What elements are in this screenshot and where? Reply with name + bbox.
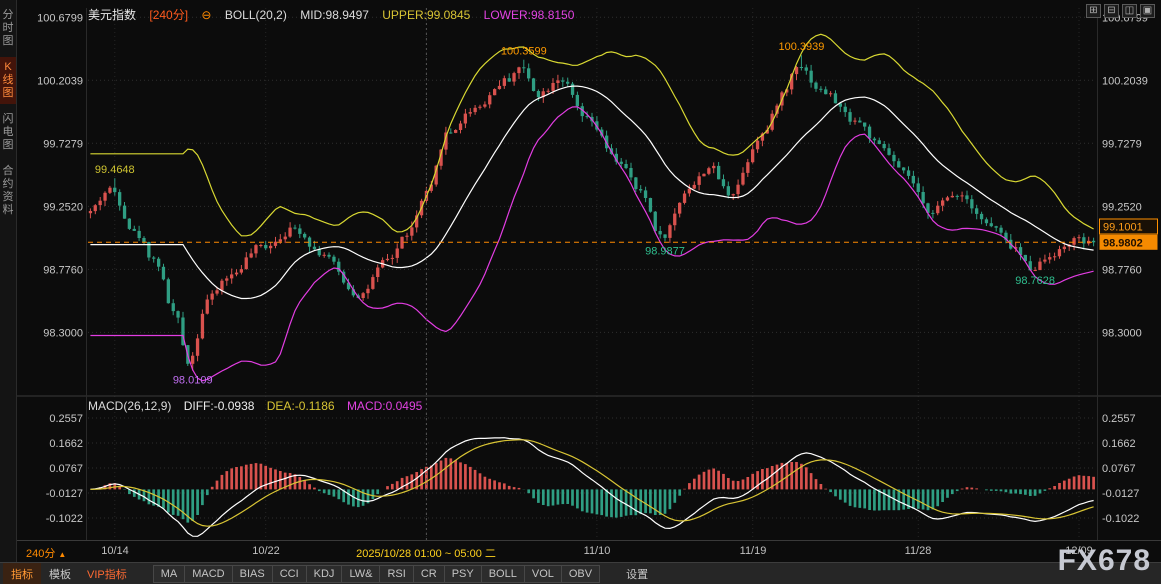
boll-upper-value: UPPER:99.0845 (382, 8, 470, 22)
price-axis-label-right: 99.2520 (1102, 201, 1142, 213)
boll-mid-value: MID:98.9497 (300, 8, 369, 22)
sidebar-item-kline-chart[interactable]: K线图 (0, 57, 16, 104)
last-price-label: 98.9802 (1103, 237, 1143, 249)
chart-header: 美元指数 [240分] ⊖ BOLL(20,2) MID:98.9497 UPP… (88, 6, 584, 23)
time-tick: 11/28 (905, 545, 932, 557)
split-vertical-icon[interactable]: ◫ (1122, 4, 1137, 18)
lw-button[interactable]: LW& (341, 565, 380, 583)
maximize-icon[interactable]: ▣ (1140, 4, 1155, 18)
trading-app-window: 100.6799100.6799100.2039100.203999.72799… (0, 0, 1161, 584)
price-axis-label-left: 99.7279 (43, 138, 83, 150)
vol-button[interactable]: VOL (524, 565, 562, 583)
macd-axis-label-right: -0.1022 (1102, 513, 1139, 525)
window-layout-icons: ⊞⊟◫▣ (1086, 4, 1155, 18)
chart-canvas[interactable]: 100.6799100.6799100.2039100.203999.72799… (0, 0, 1161, 562)
macd-button[interactable]: MACD (184, 565, 232, 583)
watermark: FX678 (1058, 544, 1151, 578)
link-icon[interactable]: ⊖ (201, 8, 211, 22)
boll-button[interactable]: BOLL (481, 565, 525, 583)
period-selector[interactable]: 240分▲ (26, 545, 66, 561)
macd-axis-label-left: -0.1022 (46, 513, 83, 525)
dropdown-arrow-icon: ▲ (58, 550, 66, 559)
price-axis-label-left: 100.6799 (37, 12, 83, 24)
swing-label: 100.3939 (778, 41, 824, 53)
vip-indicators-tab[interactable]: VIP指标 (79, 563, 135, 584)
symbol-name: 美元指数 (88, 8, 136, 22)
bias-button[interactable]: BIAS (232, 565, 273, 583)
macd-axis-label-right: -0.0127 (1102, 488, 1139, 500)
swing-label: 100.3599 (501, 46, 547, 58)
settings-button[interactable]: 设置 (618, 563, 656, 584)
indicators-tab[interactable]: 指标 (3, 563, 41, 584)
price-axis-label-left: 99.2520 (43, 201, 83, 213)
time-tick: 11/19 (740, 545, 767, 557)
boll-indicator-name: BOLL(20,2) (225, 8, 287, 22)
grid-layout-icon[interactable]: ⊞ (1086, 4, 1101, 18)
price-axis-label-left: 98.3000 (43, 327, 83, 339)
time-tick: 10/14 (101, 545, 129, 557)
chart-type-sidebar: 分时图 K线图闪电图合约资料 (0, 0, 17, 562)
kdj-button[interactable]: KDJ (306, 565, 343, 583)
grid-layer (88, 8, 1096, 540)
candles-layer (89, 55, 1095, 371)
bottom-toolbar: 指标模板VIP指标 MAMACDBIASCCIKDJLW&RSICRPSYBOLL… (0, 562, 1161, 584)
cci-button[interactable]: CCI (272, 565, 307, 583)
macd-axis-label-right: 0.0767 (1102, 463, 1136, 475)
price-axis-label-right: 100.2039 (1102, 75, 1148, 87)
period-selector-label: 240分 (26, 548, 55, 560)
period-label: [240分] (149, 8, 188, 22)
macd-diff-value: DIFF:-0.0938 (184, 399, 255, 413)
macd-axis-label-left: 0.2557 (49, 413, 83, 425)
obv-button[interactable]: OBV (561, 565, 600, 583)
price-axis-label-right: 99.7279 (1102, 138, 1142, 150)
swing-label: 98.0109 (173, 375, 213, 387)
macd-axis-label-left: 0.1662 (49, 438, 83, 450)
time-tick: 10/22 (252, 545, 280, 557)
ma-button[interactable]: MA (153, 565, 186, 583)
time-tick: 11/10 (584, 545, 611, 557)
crosshair-price-label: 99.1001 (1103, 222, 1143, 234)
psy-button[interactable]: PSY (444, 565, 482, 583)
macd-indicator-name: MACD(26,12,9) (88, 399, 171, 413)
price-axis-label-left: 100.2039 (37, 75, 83, 87)
swing-label: 99.4648 (95, 164, 135, 176)
macd-header: MACD(26,12,9) DIFF:-0.0938 DEA:-0.1186 M… (88, 399, 431, 413)
sidebar-item-timeshare-chart[interactable]: 分时图 (0, 5, 16, 52)
macd-axis-label-left: -0.0127 (46, 488, 83, 500)
macd-axis-label-left: 0.0767 (49, 463, 83, 475)
cr-button[interactable]: CR (413, 565, 445, 583)
templates-tab[interactable]: 模板 (41, 563, 79, 584)
macd-axis-label-right: 0.1662 (1102, 438, 1136, 450)
swing-label: 98.9877 (645, 245, 685, 257)
macd-axis-label-right: 0.2557 (1102, 413, 1136, 425)
boll-lower-line (90, 107, 1093, 381)
price-axis-label-right: 98.3000 (1102, 327, 1142, 339)
time-axis: 240分▲ 10/14 10/22 2025/10/28 01:00 ~ 05:00… (0, 541, 1161, 562)
sidebar-item-contract-info[interactable]: 合约资料 (0, 161, 16, 221)
crosshair-time-label: 2025/10/28 01:00 ~ 05:00 二 (356, 545, 496, 561)
boll-lower-value: LOWER:98.8150 (484, 8, 575, 22)
swing-label: 98.7628 (1015, 275, 1055, 287)
price-axis-label-left: 98.7760 (43, 264, 83, 276)
macd-dea-value: DEA:-0.1186 (267, 399, 335, 413)
split-horizontal-icon[interactable]: ⊟ (1104, 4, 1119, 18)
rsi-button[interactable]: RSI (379, 565, 413, 583)
sidebar-item-lightning-chart[interactable]: 闪电图 (0, 109, 16, 156)
price-axis-label-right: 98.7760 (1102, 264, 1142, 276)
macd-bar-value: MACD:0.0495 (347, 399, 422, 413)
